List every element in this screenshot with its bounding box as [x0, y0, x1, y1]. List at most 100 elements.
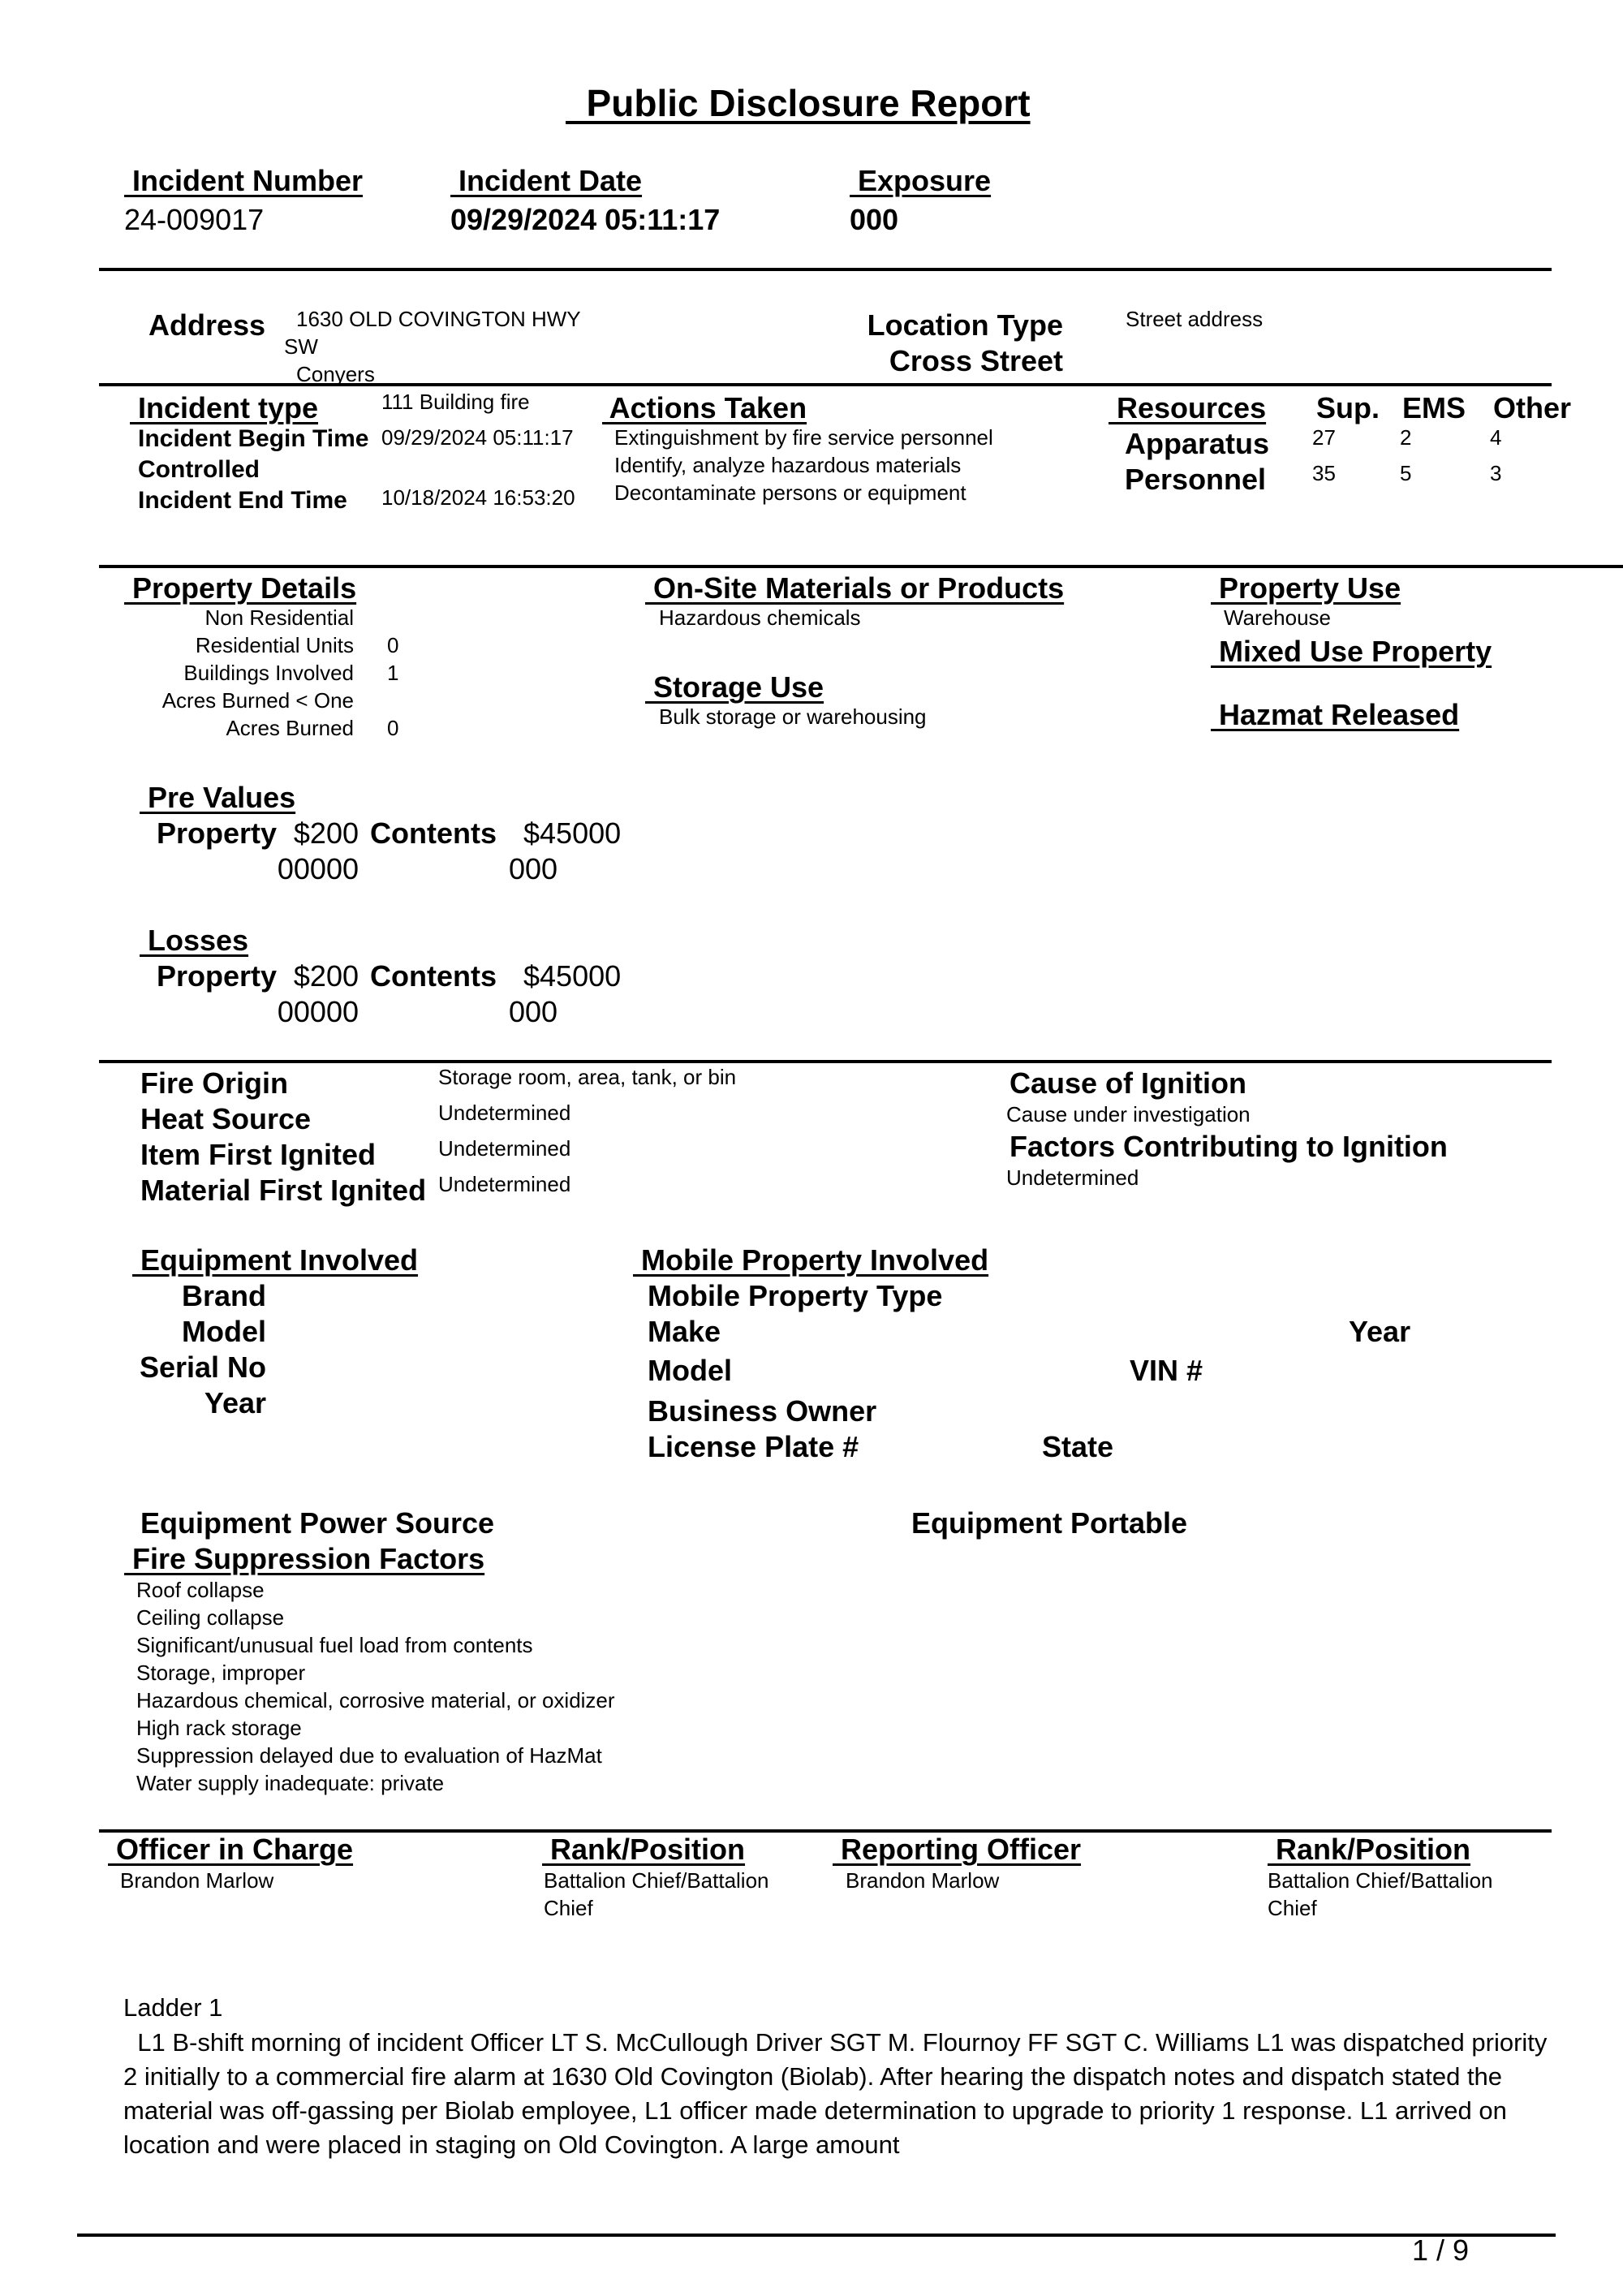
property-use-label: Property Use: [1211, 571, 1401, 605]
page-title: Public Disclosure Report: [566, 82, 1031, 124]
cross-street-label: Cross Street: [889, 344, 1063, 377]
personnel-other: 3: [1490, 461, 1502, 485]
factors-contributing-value: Undetermined: [1006, 1165, 1139, 1190]
equipment-portable-label: Equipment Portable: [911, 1506, 1188, 1540]
item-first-ignited-value: Undetermined: [438, 1136, 571, 1161]
personnel-sup: 35: [1312, 461, 1336, 485]
fire-suppression-factors-label: Fire Suppression Factors: [124, 1542, 485, 1575]
incident-begin-label: Incident Begin Time: [138, 425, 369, 452]
mobile-property-type-label: Mobile Property Type: [648, 1279, 943, 1312]
mobile-year-label: Year: [1349, 1315, 1411, 1348]
personnel-label: Personnel: [1125, 463, 1267, 496]
storage-use-label: Storage Use: [645, 670, 824, 704]
heat-source-label: Heat Source: [140, 1102, 312, 1135]
incident-date-label: Incident Date: [450, 164, 643, 197]
rank-position-label-2: Rank/Position: [1268, 1833, 1471, 1866]
residential-units-value: 0: [387, 633, 399, 657]
address-line2: SW: [284, 334, 318, 359]
apparatus-other: 4: [1490, 425, 1502, 450]
rank-position-1-line2: Chief: [544, 1896, 593, 1920]
suppression-factor: Roof collapse: [136, 1578, 265, 1602]
resources-col-other: Other: [1493, 391, 1572, 424]
incident-begin: 09/29/2024 05:11:17: [381, 425, 574, 450]
divider: [99, 565, 1623, 568]
residential-units-label: Residential Units: [195, 633, 354, 657]
rank-position-2-line2: Chief: [1268, 1896, 1317, 1920]
acres-burned-value: 0: [387, 716, 399, 740]
suppression-factor: High rack storage: [136, 1716, 302, 1740]
suppression-factor: Water supply inadequate: private: [136, 1771, 445, 1795]
mobile-license-plate-label: License Plate #: [648, 1430, 859, 1463]
fire-origin-value: Storage room, area, tank, or bin: [438, 1065, 737, 1089]
equipment-brand-label: Brand: [181, 1279, 266, 1312]
suppression-factor: Ceiling collapse: [136, 1605, 285, 1630]
hazmat-released-label: Hazmat Released: [1211, 698, 1460, 731]
divider: [99, 268, 1552, 271]
incident-number: 24-009017: [124, 203, 265, 236]
exposure-value: 000: [850, 203, 899, 236]
incident-type-label: Incident type: [130, 391, 319, 424]
mobile-property-involved-label: Mobile Property Involved: [633, 1243, 989, 1277]
suppression-factor: Significant/unusual fuel load from conte…: [136, 1633, 533, 1657]
apparatus-label: Apparatus: [1125, 427, 1270, 460]
heat-source-value: Undetermined: [438, 1101, 571, 1125]
incident-type: 111 Building fire: [381, 390, 530, 414]
exposure-label: Exposure: [850, 164, 992, 197]
action-item: Identify, analyze hazardous materials: [614, 453, 962, 477]
rank-position-1-line1: Battalion Chief/Battalion: [544, 1868, 769, 1893]
loss-property-value-line2: 00000: [277, 995, 359, 1028]
divider: [99, 1060, 1552, 1063]
pre-contents-label: Contents: [370, 816, 497, 850]
buildings-involved-label: Buildings Involved: [183, 661, 354, 685]
pre-property-value-line1: $200: [293, 816, 359, 850]
item-first-ignited-label: Item First Ignited: [140, 1138, 377, 1171]
pre-property-label: Property: [157, 816, 278, 850]
equipment-involved-label: Equipment Involved: [132, 1243, 419, 1277]
mobile-business-owner-label: Business Owner: [648, 1394, 877, 1428]
pre-contents-value-line1: $45000: [523, 816, 622, 850]
resources-label: Resources: [1109, 391, 1267, 424]
pre-values-label: Pre Values: [140, 781, 296, 814]
incident-end-label: Incident End Time: [138, 487, 347, 514]
acres-burned-lt-one-label: Acres Burned < One: [161, 688, 354, 713]
actions-taken-label: Actions Taken: [602, 391, 807, 424]
loss-property-value-line1: $200: [293, 959, 359, 993]
location-type-label: Location Type: [867, 308, 1063, 342]
fire-origin-label: Fire Origin: [140, 1066, 289, 1100]
controlled-label: Controlled: [138, 456, 260, 483]
cause-of-ignition-label: Cause of Ignition: [1010, 1066, 1246, 1100]
narrative-text: L1 B-shift morning of incident Officer L…: [123, 2028, 1555, 2159]
officer-in-charge-name: Brandon Marlow: [120, 1868, 274, 1893]
mobile-model-label: Model: [648, 1354, 732, 1387]
equipment-year-label: Year: [204, 1386, 266, 1419]
incident-date: 09/29/2024 05:11:17: [450, 203, 721, 236]
non-residential-label: Non Residential: [204, 605, 354, 630]
mixed-use-property-label: Mixed Use Property: [1211, 635, 1492, 668]
storage-use-value: Bulk storage or warehousing: [659, 704, 927, 729]
onsite-materials-value: Hazardous chemicals: [659, 605, 861, 630]
location-type: Street address: [1126, 307, 1264, 331]
action-item: Extinguishment by fire service personnel: [614, 425, 993, 450]
acres-burned-label: Acres Burned: [226, 716, 354, 740]
mobile-make-label: Make: [648, 1315, 721, 1348]
material-first-ignited-value: Undetermined: [438, 1172, 571, 1196]
mobile-vin-label: VIN #: [1130, 1354, 1203, 1387]
material-first-ignited-label: Material First Ignited: [140, 1174, 427, 1207]
rank-position-2-line1: Battalion Chief/Battalion: [1268, 1868, 1493, 1893]
suppression-factor: Hazardous chemical, corrosive material, …: [136, 1688, 615, 1712]
apparatus-ems: 2: [1400, 425, 1412, 450]
resources-col-sup: Sup.: [1316, 391, 1380, 424]
reporting-officer-name: Brandon Marlow: [846, 1868, 1000, 1893]
pre-property-value-line2: 00000: [277, 852, 359, 885]
resources-col-ems: EMS: [1402, 391, 1466, 424]
page-number: 1 / 9: [1412, 2234, 1470, 2267]
personnel-ems: 5: [1400, 461, 1412, 485]
onsite-materials-label: On-Site Materials or Products: [645, 571, 1065, 605]
footer-divider: [77, 2234, 1556, 2237]
apparatus-sup: 27: [1312, 425, 1336, 450]
pre-contents-value-line2: 000: [509, 852, 558, 885]
incident-end: 10/18/2024 16:53:20: [381, 485, 575, 510]
loss-contents-label: Contents: [370, 959, 497, 993]
buildings-involved-value: 1: [387, 661, 399, 685]
reporting-officer-label: Reporting Officer: [833, 1833, 1082, 1866]
